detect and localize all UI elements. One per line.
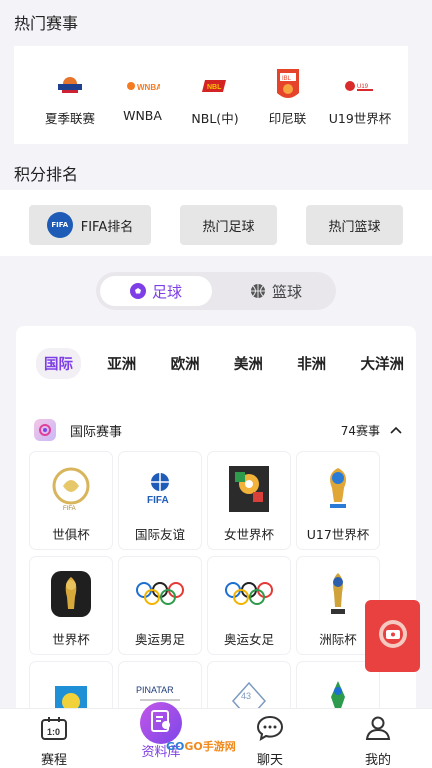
hot-football-button[interactable]: 热门足球 — [180, 205, 277, 245]
region-tab-asia[interactable]: 亚洲 — [99, 348, 144, 379]
hot-item-label: U19世界杯 — [328, 111, 392, 126]
hot-football-label: 热门足球 — [202, 219, 255, 235]
hot-item-label: NBL(中) — [191, 111, 239, 126]
competitions-panel: 国际 亚洲 欧洲 美洲 非洲 大洋洲 国际赛事 74赛事 FIFA 世俱杯 FI… — [16, 326, 416, 759]
category-header[interactable]: 国际赛事 74赛事 — [34, 418, 402, 442]
hot-basketball-button[interactable]: 热门篮球 — [306, 205, 403, 245]
u17-world-cup-logo-icon — [318, 460, 358, 518]
competition-label: 洲际杯 — [319, 632, 357, 647]
region-tabs: 国际 亚洲 欧洲 美洲 非洲 大洋洲 — [36, 348, 412, 379]
olympic-rings-icon — [134, 565, 186, 623]
sport-toggle: 足球 篮球 — [96, 272, 336, 310]
region-tab-europe[interactable]: 欧洲 — [163, 348, 208, 379]
category-count: 74赛事 — [340, 423, 380, 438]
olympic-rings-icon — [223, 565, 275, 623]
data-library-icon — [149, 709, 173, 737]
tab-schedule[interactable]: 1:0 赛程 — [24, 715, 84, 768]
svg-text:PINATAR: PINATAR — [136, 685, 174, 695]
hot-item-label: 印尼联 — [268, 111, 307, 126]
toggle-football[interactable]: 足球 — [100, 276, 212, 306]
ranking-area: FIFA FIFA排名 热门足球 热门篮球 — [0, 190, 432, 256]
svg-text:FIFA: FIFA — [63, 506, 76, 512]
region-tab-oceania[interactable]: 大洋洲 — [352, 348, 412, 379]
competition-label: 国际友谊 — [134, 527, 185, 542]
nbl-logo-icon: NBL — [202, 66, 228, 106]
indonesian-league-logo-icon: IBL — [275, 66, 301, 106]
club-world-cup-logo-icon: FIFA — [49, 460, 93, 518]
svg-text:NBL: NBL — [207, 84, 222, 91]
hot-item-wnba[interactable]: WNBA WNBA — [107, 66, 179, 127]
international-category-icon — [34, 419, 56, 441]
tab-mine[interactable]: 我的 — [348, 715, 408, 768]
profile-icon — [364, 715, 392, 745]
competition-club-world-cup[interactable]: FIFA 世俱杯 — [30, 452, 112, 549]
watermark-orange: GO手游网 — [184, 740, 236, 753]
toggle-basketball-label: 篮球 — [271, 282, 302, 301]
summer-league-logo-icon — [55, 66, 85, 106]
u19-world-cup-logo-icon: U19 — [344, 66, 376, 106]
football-icon — [129, 283, 146, 299]
svg-text:FIFA: FIFA — [147, 495, 169, 506]
competition-international-friendly[interactable]: FIFA 国际友谊 — [119, 452, 201, 549]
schedule-icon: 1:0 — [40, 715, 68, 745]
world-cup-logo-icon — [49, 565, 93, 623]
womens-world-cup-logo-icon — [227, 460, 271, 518]
svg-text:IBL: IBL — [282, 76, 292, 82]
hot-item-summer-league[interactable]: 夏季联赛 — [34, 66, 106, 127]
category-name: 国际赛事 — [70, 424, 123, 440]
basketball-icon — [250, 283, 266, 299]
region-tab-international[interactable]: 国际 — [36, 348, 81, 379]
competition-label: 奥运女足 — [223, 632, 274, 647]
tab-chat[interactable]: 聊天 — [240, 715, 300, 768]
red-packet-button[interactable] — [365, 600, 420, 672]
chevron-up-icon[interactable] — [390, 423, 402, 437]
red-packet-icon — [376, 617, 410, 655]
competition-label: U17世界杯 — [306, 527, 370, 542]
hot-item-label: 夏季联赛 — [44, 111, 95, 126]
fifa-logo-icon: FIFA — [140, 460, 180, 518]
watermark: GOGO手游网 — [166, 738, 236, 754]
chat-icon — [256, 715, 284, 745]
hot-item-nbl[interactable]: NBL NBL(中) — [179, 66, 251, 127]
hot-item-indonesian-league[interactable]: IBL 印尼联 — [252, 66, 324, 127]
competition-womens-world-cup[interactable]: 女世界杯 — [208, 452, 290, 549]
watermark-blue: GO — [166, 740, 185, 753]
competition-olympic-women[interactable]: 奥运女足 — [208, 557, 290, 654]
wnba-logo-icon: WNBA — [126, 66, 160, 106]
hot-item-label: WNBA — [123, 108, 162, 123]
intercontinental-cup-logo-icon — [323, 565, 353, 623]
toggle-basketball[interactable]: 篮球 — [220, 276, 332, 306]
fifa-logo-icon: FIFA — [46, 212, 73, 238]
ranking-title: 积分排名 — [14, 165, 79, 184]
svg-text:1:0: 1:0 — [47, 727, 60, 737]
competition-u17-world-cup[interactable]: U17世界杯 — [297, 452, 379, 549]
fifa-ranking-button[interactable]: FIFA FIFA排名 — [29, 205, 151, 245]
tab-schedule-label: 赛程 — [40, 753, 67, 768]
competition-label: 世俱杯 — [52, 527, 90, 542]
tab-mine-label: 我的 — [364, 753, 391, 768]
svg-text:WNBA: WNBA — [137, 83, 160, 92]
hot-events-card: 夏季联赛 WNBA WNBA NBL NBL(中) IBL 印尼联 U19 U1… — [14, 46, 408, 144]
fifa-ranking-label: FIFA排名 — [80, 219, 134, 235]
region-tab-americas[interactable]: 美洲 — [226, 348, 271, 379]
hot-events-title: 热门赛事 — [14, 14, 79, 33]
hot-basketball-label: 热门篮球 — [328, 219, 381, 235]
competition-olympic-men[interactable]: 奥运男足 — [119, 557, 201, 654]
competition-label: 奥运男足 — [134, 632, 185, 647]
competition-label: 世界杯 — [52, 632, 90, 647]
region-tab-africa[interactable]: 非洲 — [289, 348, 334, 379]
hot-item-u19-world-cup[interactable]: U19 U19世界杯 — [324, 66, 396, 127]
svg-text:43: 43 — [241, 691, 251, 701]
competition-label: 女世界杯 — [223, 527, 274, 542]
tab-chat-label: 聊天 — [256, 753, 283, 768]
toggle-football-label: 足球 — [151, 282, 182, 301]
competition-world-cup[interactable]: 世界杯 — [30, 557, 112, 654]
